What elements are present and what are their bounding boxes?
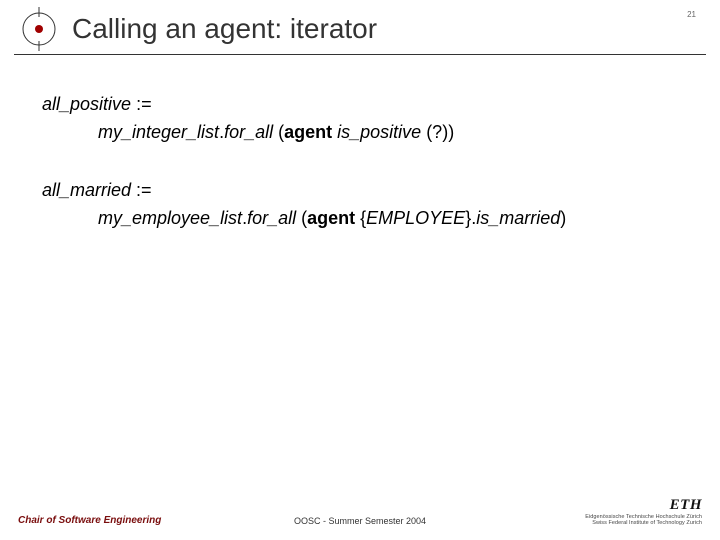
method-call: for_all [224, 122, 278, 142]
assign-op: := [131, 94, 152, 114]
slide-header: Calling an agent: iterator 21 [0, 0, 720, 52]
block-gap [42, 147, 692, 177]
footer-right: ETH Eidgenössische Technische Hochschule… [585, 497, 702, 526]
brace-close: }. [465, 208, 476, 228]
variable-name: all_married [42, 180, 131, 200]
brace-open: { [355, 208, 366, 228]
eth-logo: ETH [585, 497, 702, 514]
predicate: is_married [476, 208, 560, 228]
slide-footer: Chair of Software Engineering OOSC - Sum… [0, 497, 720, 526]
code-line-1: all_positive := [42, 91, 692, 119]
eth-sub2: Swiss Federal Institute of Technology Zu… [585, 520, 702, 526]
code-line-3: all_married := [42, 177, 692, 205]
predicate: is_positive [337, 122, 421, 142]
logo-icon [14, 6, 64, 52]
code-line-4: my_employee_list.for_all (agent {EMPLOYE… [42, 205, 692, 233]
paren-close: )) [442, 122, 454, 142]
method-call: for_all [247, 208, 301, 228]
variable-name: all_positive [42, 94, 131, 114]
arg: (? [421, 122, 442, 142]
type-name: EMPLOYEE [366, 208, 465, 228]
footer-left: Chair of Software Engineering [18, 515, 161, 526]
footer-center: OOSC - Summer Semester 2004 [294, 516, 426, 526]
code-line-2: my_integer_list.for_all (agent is_positi… [42, 119, 692, 147]
paren-close: ) [560, 208, 566, 228]
slide-title: Calling an agent: iterator [72, 13, 687, 45]
agent-keyword: agent [284, 122, 332, 142]
page-number: 21 [687, 10, 696, 19]
object-ref: my_integer_list [98, 122, 219, 142]
slide: Calling an agent: iterator 21 all_positi… [0, 0, 720, 540]
agent-keyword: agent [307, 208, 355, 228]
slide-body: all_positive := my_integer_list.for_all … [0, 55, 720, 233]
object-ref: my_employee_list [98, 208, 242, 228]
assign-op: := [131, 180, 152, 200]
